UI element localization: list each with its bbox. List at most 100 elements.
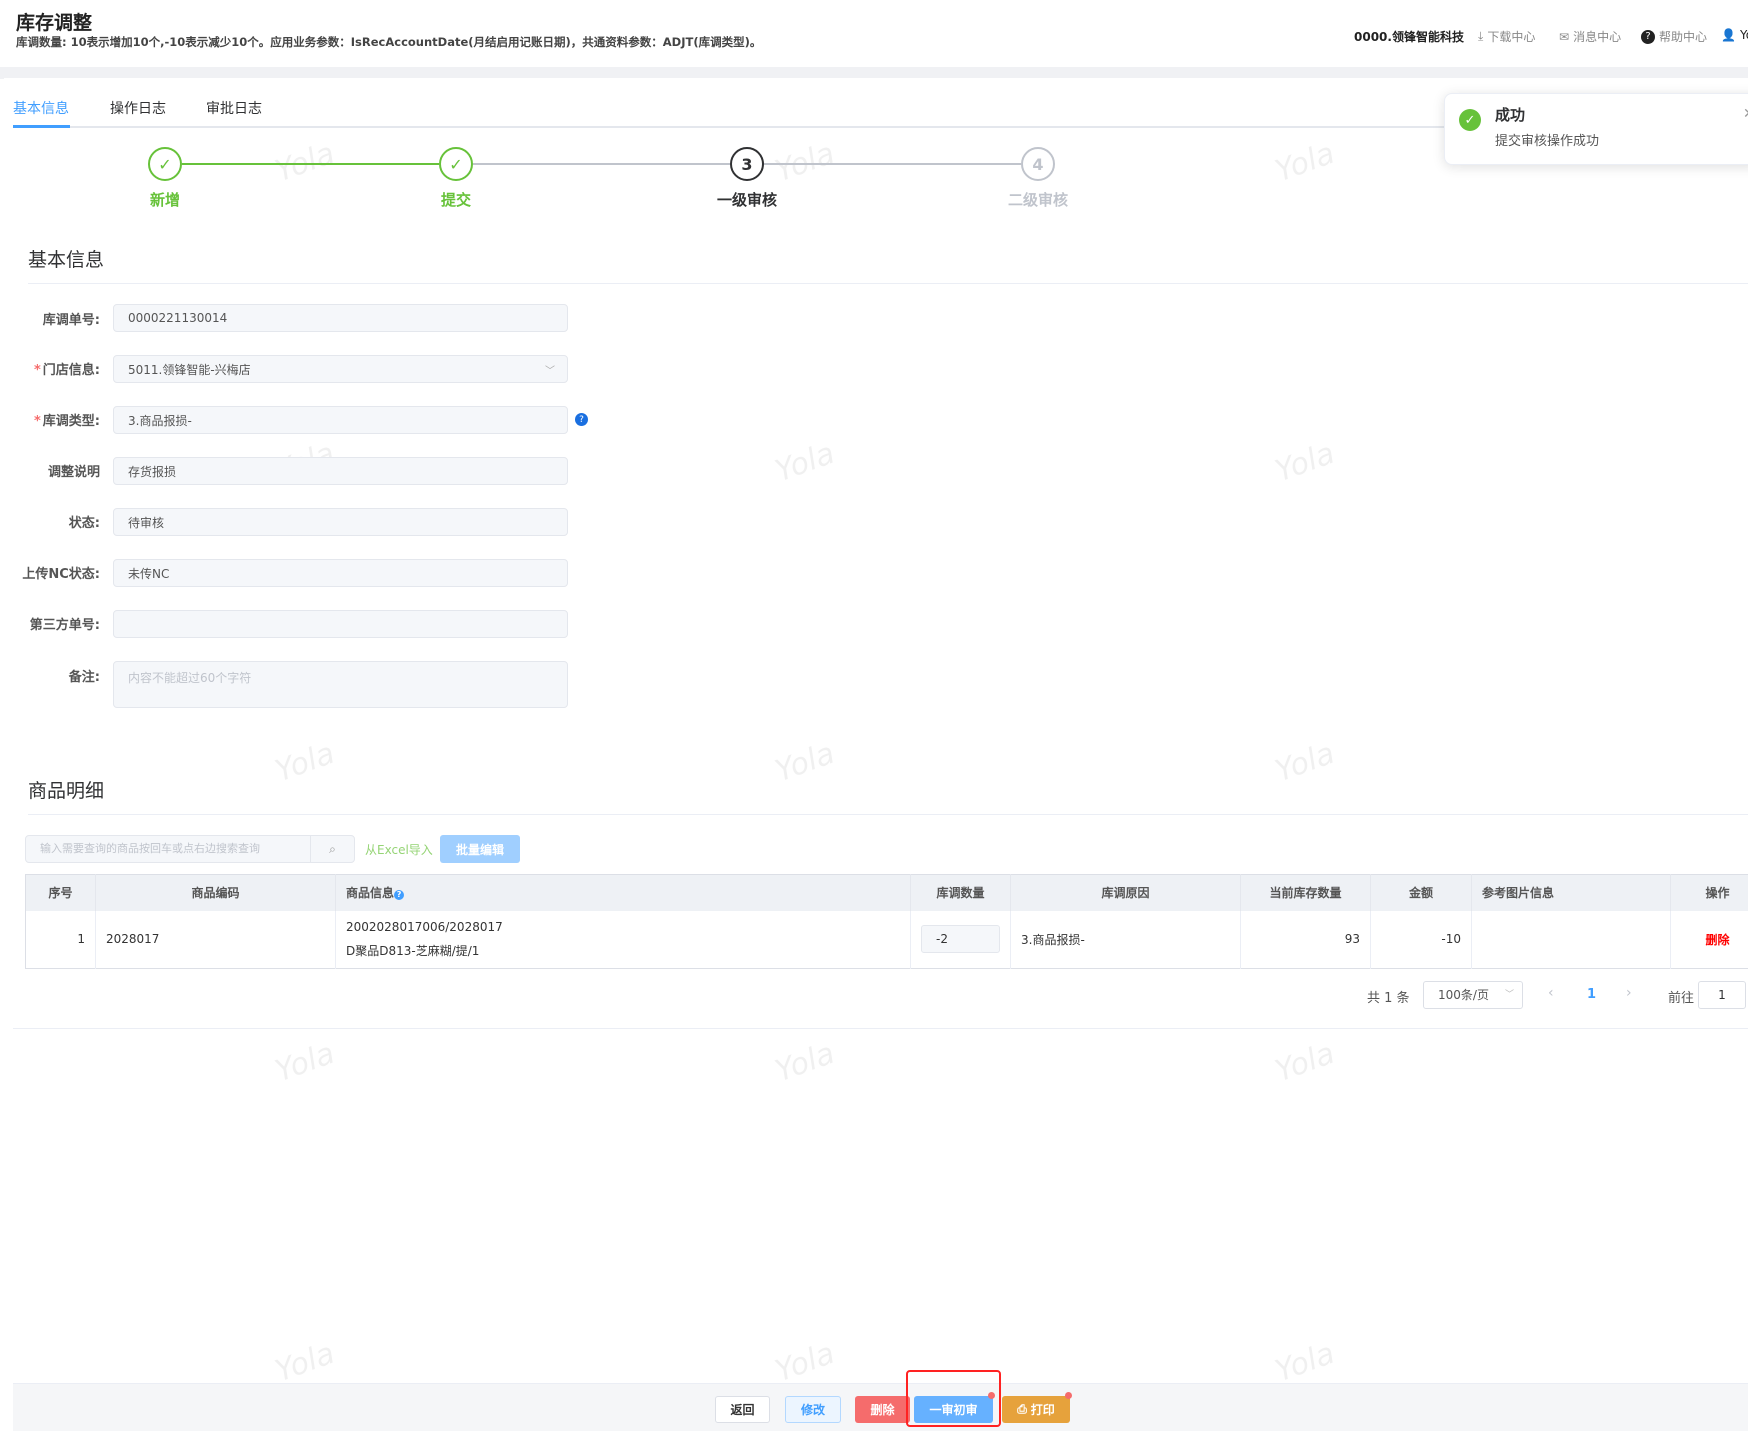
toast-message: 提交审核操作成功 bbox=[1495, 134, 1600, 149]
first-review-label: 一审初审 bbox=[929, 1403, 978, 1417]
field-label: 上传NC状态: bbox=[22, 567, 100, 582]
column-header: 商品信息? bbox=[335, 874, 911, 911]
tab-operation-log[interactable]: 操作日志 bbox=[110, 98, 166, 118]
help-center-link[interactable]: ? 帮助中心 bbox=[1641, 28, 1707, 45]
field-label-text: 库调类型: bbox=[42, 414, 100, 429]
remark-textarea[interactable]: 内容不能超过60个字符 bbox=[113, 661, 568, 708]
content-card bbox=[4, 78, 1748, 1431]
divider bbox=[13, 1028, 1748, 1029]
field-label: * 库调类型: bbox=[33, 414, 100, 429]
step-number: 4 bbox=[1021, 147, 1055, 181]
help-icon[interactable]: ? bbox=[394, 890, 405, 901]
print-button[interactable]: ⎙ 打印 bbox=[1002, 1392, 1072, 1423]
store-select[interactable]: 5011.领锋智能-兴梅店 ﹀ bbox=[113, 355, 568, 383]
help-icon: ? bbox=[1641, 29, 1655, 44]
step-label: 一级审核 bbox=[716, 191, 777, 209]
back-button[interactable]: 返回 bbox=[715, 1396, 770, 1423]
chevron-down-icon: ﹀ bbox=[1504, 990, 1514, 1000]
column-header: 库调数量 bbox=[910, 874, 1011, 911]
goto-label: 前往 bbox=[1668, 991, 1695, 1006]
total-count: 共 1 条 bbox=[1367, 991, 1410, 1006]
user-label: Yo bbox=[1739, 28, 1748, 42]
chevron-down-icon: ﹀ bbox=[545, 365, 555, 377]
step-connector bbox=[182, 163, 439, 165]
success-check-icon: ✓ bbox=[1459, 109, 1481, 131]
step-check-icon: ✓ bbox=[148, 147, 182, 181]
cell-reason: 3.商品报损- bbox=[1010, 910, 1241, 969]
quantity-input[interactable]: -2 bbox=[921, 925, 1000, 954]
batch-edit-button[interactable]: 批量编辑 bbox=[440, 835, 520, 863]
success-toast: ✓ 成功 提交审核操作成功 ✕ bbox=[1444, 93, 1748, 165]
page-size-value: 100条/页 bbox=[1438, 988, 1489, 1002]
field-label: 第三方单号: bbox=[29, 618, 100, 633]
page-title: 库存调整 bbox=[16, 12, 93, 34]
adjust-type-field[interactable]: 3.商品报损- bbox=[113, 406, 568, 434]
goto-page-input[interactable]: 1 bbox=[1698, 981, 1746, 1009]
user-icon: 👤 bbox=[1721, 28, 1736, 42]
field-label: * 门店信息: bbox=[33, 363, 100, 378]
column-header: 序号 bbox=[25, 874, 96, 911]
table-row: 1 2028017 2002028017006/2028017 D聚品D813-芝… bbox=[25, 910, 1748, 969]
column-header: 当前库存数量 bbox=[1240, 874, 1371, 911]
section-divider bbox=[28, 814, 1748, 815]
column-header: 操作 bbox=[1670, 874, 1748, 911]
help-label: 帮助中心 bbox=[1659, 30, 1708, 44]
close-icon[interactable]: ✕ bbox=[1743, 106, 1748, 122]
edit-button[interactable]: 修改 bbox=[785, 1396, 841, 1423]
field-label: 状态: bbox=[68, 516, 100, 531]
cell-info: 2002028017006/2028017 D聚品D813-芝麻糊/提/1 bbox=[335, 910, 911, 969]
section-title-detail: 商品明细 bbox=[28, 780, 105, 802]
field-label: 库调单号: bbox=[42, 313, 100, 328]
nc-status-field[interactable]: 未传NC bbox=[113, 559, 568, 587]
print-label: 打印 bbox=[1030, 1403, 1055, 1417]
adjust-note-field[interactable]: 存货报损 bbox=[113, 457, 568, 485]
field-label: 调整说明 bbox=[47, 465, 100, 480]
notification-dot bbox=[988, 1392, 995, 1399]
first-review-button[interactable]: 一审初审 bbox=[914, 1392, 995, 1423]
message-center-link[interactable]: ✉ 消息中心 bbox=[1559, 28, 1621, 45]
user-menu[interactable]: 👤Yo bbox=[1721, 28, 1748, 42]
third-party-number-field[interactable] bbox=[113, 610, 568, 638]
column-header: 金额 bbox=[1370, 874, 1472, 911]
step-number: 3 bbox=[730, 147, 764, 181]
step-label: 新增 bbox=[149, 191, 180, 209]
field-label: 备注: bbox=[68, 670, 100, 685]
cell-image bbox=[1471, 910, 1671, 969]
adjust-number-field[interactable]: 0000221130014 bbox=[113, 304, 568, 332]
download-label: 下载中心 bbox=[1487, 30, 1536, 44]
printer-icon: ⎙ bbox=[1017, 1402, 1027, 1416]
product-table: 序号 商品编码 商品信息? 库调数量 库调原因 当前库存数量 金额 参考图片信息… bbox=[25, 874, 1748, 969]
cell-code: 2028017 bbox=[95, 910, 336, 969]
status-field[interactable]: 待审核 bbox=[113, 508, 568, 536]
active-tab-indicator bbox=[13, 125, 70, 128]
excel-import-link[interactable]: 从Excel导入 bbox=[365, 841, 433, 858]
search-input[interactable]: 输入需要查询的商品按回车或点右边搜索查询 bbox=[26, 836, 310, 862]
prev-page-icon[interactable]: ‹ bbox=[1548, 985, 1554, 1001]
cell-index: 1 bbox=[25, 910, 96, 969]
column-header: 商品编码 bbox=[95, 874, 336, 911]
download-center-link[interactable]: ⤓ 下载中心 bbox=[1478, 28, 1535, 45]
column-header: 库调原因 bbox=[1010, 874, 1241, 911]
help-icon[interactable]: ? bbox=[575, 413, 588, 426]
page-number[interactable]: 1 bbox=[1587, 987, 1596, 1002]
search-icon[interactable]: ⌕ bbox=[310, 836, 354, 862]
mail-icon: ✉ bbox=[1559, 29, 1570, 44]
page-subtitle: 库调数量: 10表示增加10个,-10表示减少10个。应用业务参数：IsRecA… bbox=[16, 35, 762, 49]
section-title-basic: 基本信息 bbox=[28, 249, 105, 271]
page-size-select[interactable]: 100条/页 ﹀ bbox=[1423, 981, 1523, 1009]
section-divider bbox=[28, 283, 1748, 284]
step-label: 提交 bbox=[440, 191, 471, 209]
tab-approval-log[interactable]: 审批日志 bbox=[206, 98, 262, 118]
product-name: D聚品D813-芝麻糊/提/1 bbox=[346, 943, 480, 958]
cell-qty: -2 bbox=[910, 910, 1011, 969]
download-icon: ⤓ bbox=[1478, 29, 1484, 43]
delete-button[interactable]: 删除 bbox=[855, 1396, 910, 1423]
messages-label: 消息中心 bbox=[1573, 30, 1622, 44]
step-check-icon: ✓ bbox=[439, 147, 473, 181]
product-search[interactable]: 输入需要查询的商品按回车或点右边搜索查询 ⌕ bbox=[25, 835, 355, 863]
next-page-icon[interactable]: › bbox=[1626, 985, 1632, 1001]
store-value: 5011.领锋智能-兴梅店 bbox=[128, 362, 251, 377]
delete-row-link[interactable]: 删除 bbox=[1670, 910, 1748, 969]
cell-stock: 93 bbox=[1240, 910, 1371, 969]
tab-basic-info[interactable]: 基本信息 bbox=[13, 98, 69, 118]
